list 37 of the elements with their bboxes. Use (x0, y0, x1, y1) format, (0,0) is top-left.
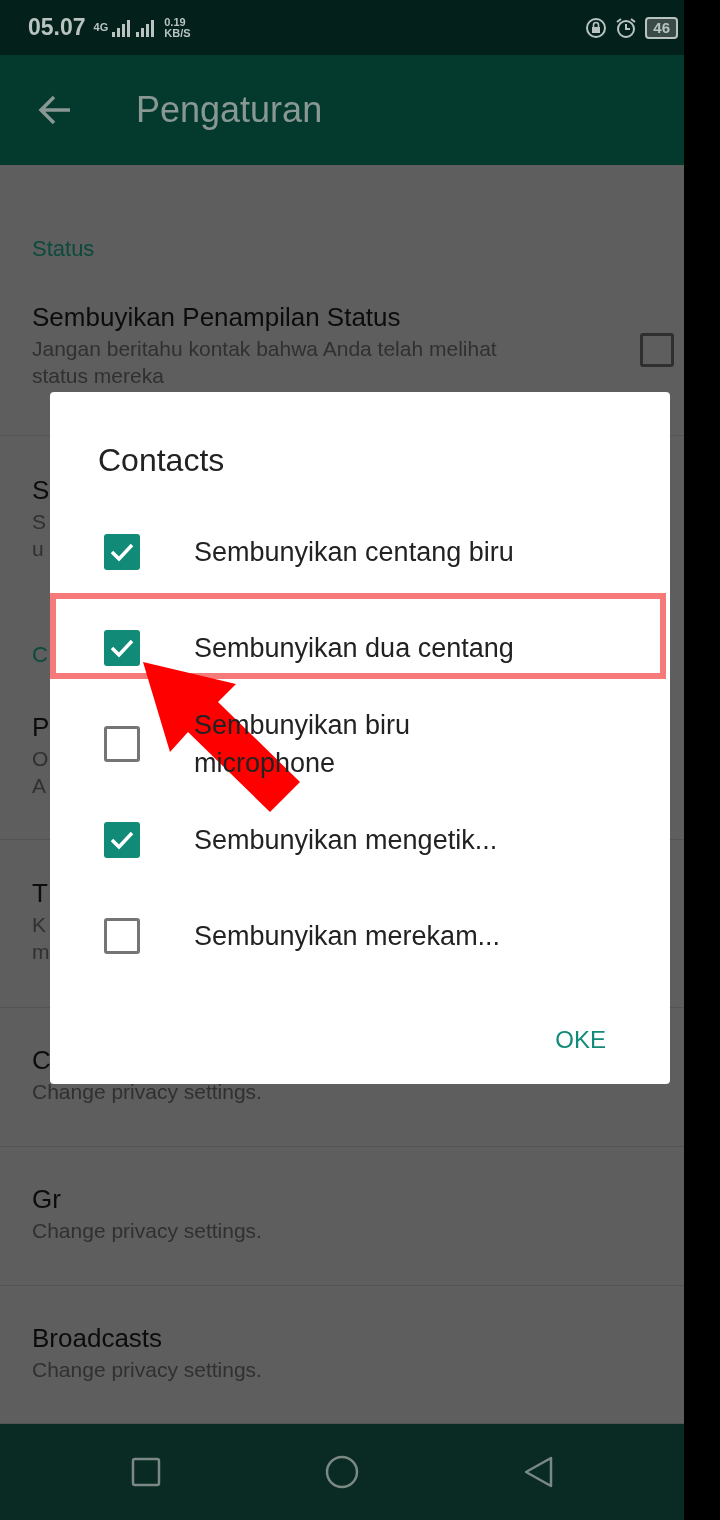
home-icon[interactable] (325, 1455, 359, 1489)
checkbox[interactable] (104, 630, 140, 666)
setting-title: Sembuyikan Penampilan Status (32, 301, 401, 334)
alarm-icon (615, 16, 638, 39)
signal-icon (136, 18, 157, 37)
checkmark-icon (110, 542, 134, 562)
battery-level: 46 (645, 16, 678, 39)
clock-time: 05.07 (28, 13, 86, 43)
setting-title: Gr (32, 1183, 61, 1216)
option-label: Sembunyikan centang biru (194, 536, 514, 569)
back-arrow-icon[interactable] (38, 95, 72, 125)
checkmark-icon (110, 830, 134, 850)
section-header: C (32, 642, 48, 668)
checkbox[interactable] (104, 534, 140, 570)
checkbox[interactable] (104, 918, 140, 954)
dialog-title: Contacts (97, 441, 226, 480)
checkbox[interactable] (104, 822, 140, 858)
recents-icon[interactable] (129, 1455, 163, 1489)
setting-title: T (32, 877, 48, 910)
page-title: Pengaturan (136, 88, 323, 132)
setting-title: C (32, 1044, 51, 1077)
setting-title: Broadcasts (32, 1322, 163, 1355)
ok-button[interactable]: OKE (543, 1014, 618, 1066)
section-header: Status (32, 236, 95, 262)
checkbox[interactable] (640, 333, 674, 367)
option-label: Sembunyikan merekam... (194, 920, 501, 953)
setting-title: P (32, 711, 50, 744)
rotation-lock-icon (585, 16, 608, 39)
speed-unit: KB/S (164, 27, 191, 39)
network-type: 4G (93, 22, 109, 33)
option-label: Sembunyikan dua centang (194, 632, 514, 665)
setting-title: S (32, 474, 50, 507)
signal-icon (112, 18, 133, 37)
checkmark-icon (110, 638, 134, 658)
option-label: Sembunyikan mengetik... (194, 824, 498, 857)
checkbox[interactable] (104, 726, 140, 762)
network-speed: 0.19 (164, 16, 187, 28)
